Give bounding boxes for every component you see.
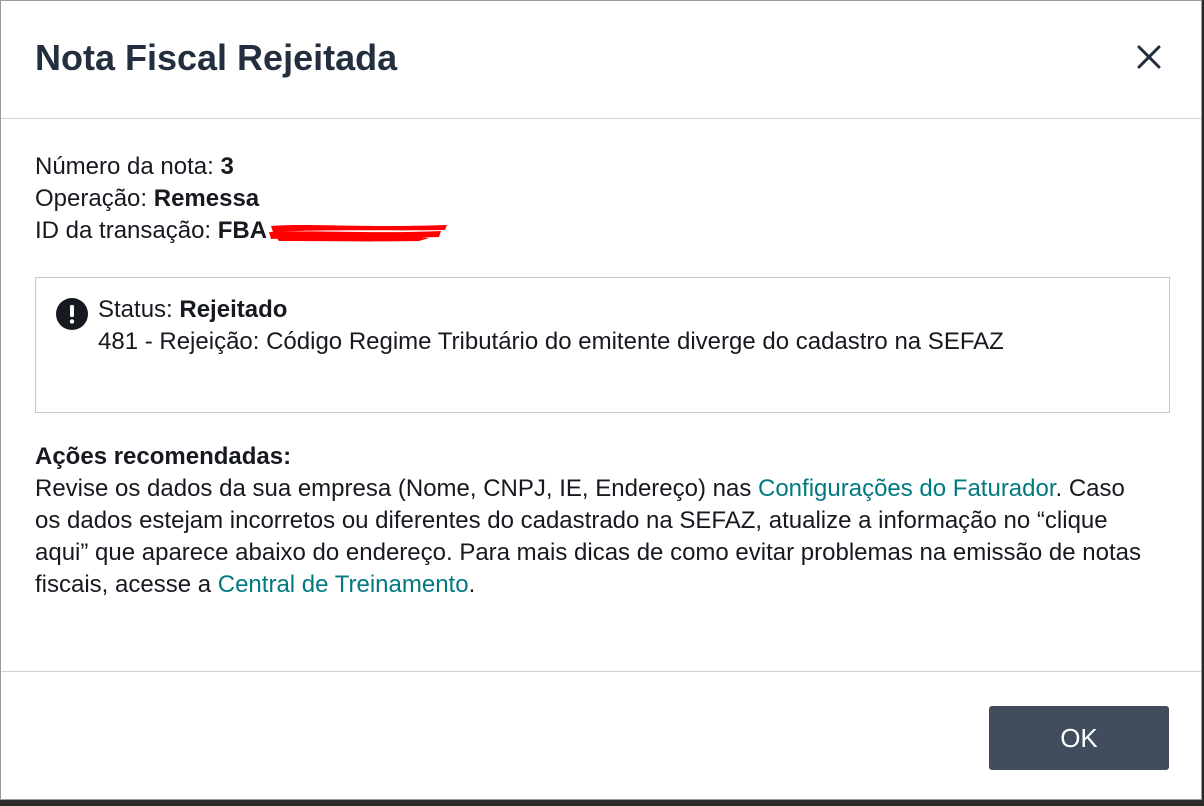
- actions-text-part-3: .: [468, 571, 476, 598]
- modal-title: Nota Fiscal Rejeitada: [35, 37, 398, 78]
- modal-body: Número da nota: 3 Operação: Remessa ID d…: [35, 151, 1171, 598]
- close-button[interactable]: [1129, 37, 1169, 77]
- transaction-id-label: ID da transação:: [35, 217, 218, 244]
- modal-header: Nota Fiscal Rejeitada: [1, 1, 1201, 119]
- note-number-label: Número da nota:: [35, 153, 221, 180]
- ok-button[interactable]: OK: [989, 706, 1169, 770]
- status-message: 481 - Rejeição: Código Regime Tributário…: [98, 328, 1004, 355]
- transaction-id-line: ID da transação: FBA: [35, 215, 1171, 247]
- rejected-invoice-modal: Nota Fiscal Rejeitada Número da nota: 3 …: [0, 0, 1202, 800]
- redaction-mark: [269, 224, 448, 242]
- note-number-value: 3: [220, 153, 234, 180]
- operation-label: Operação:: [35, 185, 154, 212]
- close-icon: [1137, 45, 1161, 69]
- status-value: Rejeitado: [179, 296, 288, 323]
- invoicer-settings-link[interactable]: Configurações do Faturador: [758, 475, 1056, 502]
- status-label: Status:: [98, 296, 180, 323]
- transaction-id-value: FBA: [217, 217, 268, 244]
- training-center-link[interactable]: Central de Treinamento: [218, 571, 469, 598]
- note-number-line: Número da nota: 3: [35, 151, 1171, 183]
- modal-footer: OK: [1, 671, 1201, 801]
- recommended-actions-text: Revise os dados da sua empresa (Nome, CN…: [35, 473, 1155, 601]
- operation-value: Remessa: [153, 185, 260, 212]
- recommended-actions: Ações recomendadas: Revise os dados da s…: [35, 441, 1155, 601]
- operation-line: Operação: Remessa: [35, 183, 1171, 215]
- status-line: Status: Rejeitado: [98, 294, 1138, 326]
- recommended-actions-heading: Ações recomendadas:: [35, 443, 292, 470]
- exclamation-circle-icon: [56, 298, 88, 330]
- status-box: Status: Rejeitado 481 - Rejeição: Código…: [35, 277, 1170, 413]
- actions-text-part-1: Revise os dados da sua empresa (Nome, CN…: [35, 475, 758, 502]
- status-text: Status: Rejeitado 481 - Rejeição: Código…: [98, 294, 1138, 358]
